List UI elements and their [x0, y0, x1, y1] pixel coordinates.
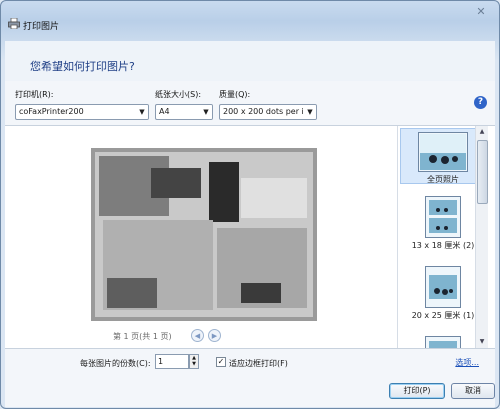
- print-pictures-dialog: 打印图片 ✕ 您希望如何打印图片? 打印机(R): coFaxPrinter20…: [0, 0, 500, 409]
- thumbnail-item[interactable]: [400, 336, 486, 348]
- print-options-bar: 每张图片的份数(C): 1 ▲ ▼ ✓ 适应边框打印(F) 选项...: [5, 348, 495, 375]
- print-button[interactable]: 打印(P): [389, 383, 445, 399]
- heading-area: 您希望如何打印图片?: [5, 41, 495, 81]
- paper-size-select[interactable]: A4 ▼: [155, 104, 213, 120]
- print-settings: 打印机(R): coFaxPrinter200 ▼ 纸张大小(S): A4 ▼ …: [5, 81, 495, 126]
- previous-page-button[interactable]: ◀: [191, 329, 204, 342]
- page-indicator: 第 1 页(共 1 页): [113, 332, 172, 341]
- paper-size-value: A4: [159, 107, 170, 116]
- thumbnail-label: 20 x 25 厘米 (1): [411, 311, 475, 320]
- scroll-down-icon[interactable]: ▼: [476, 336, 488, 348]
- copies-label: 每张图片的份数(C):: [80, 359, 151, 368]
- preview-pane: 第 1 页(共 1 页) ◀ ▶: [5, 126, 395, 348]
- layout-thumbnails: 全页照片 13 x 18 厘米 (2) 20 x 25 厘米 (1) ▲ ▼: [397, 126, 488, 348]
- dialog-footer: 打印(P) 取消: [5, 375, 495, 407]
- dialog-heading: 您希望如何打印图片?: [30, 60, 135, 73]
- printer-select[interactable]: coFaxPrinter200 ▼: [15, 104, 149, 120]
- thumbnail-scrollbar[interactable]: ▲ ▼: [475, 126, 488, 348]
- spin-down-icon[interactable]: ▼: [190, 361, 198, 367]
- copies-stepper[interactable]: ▲ ▼: [189, 354, 199, 369]
- full-page-thumbnail: [418, 132, 468, 172]
- chevron-down-icon: ▼: [200, 105, 212, 119]
- options-link[interactable]: 选项...: [455, 357, 479, 368]
- fit-to-frame-checkbox[interactable]: ✓: [216, 357, 226, 367]
- help-icon[interactable]: ?: [474, 96, 487, 109]
- scrollbar-thumb[interactable]: [477, 140, 488, 204]
- main-area: 第 1 页(共 1 页) ◀ ▶ 全页照片 13 x 18 厘米 (2) 20 …: [5, 126, 495, 348]
- thumbnail-item[interactable]: 20 x 25 厘米 (1): [400, 266, 486, 324]
- fit-to-frame-label[interactable]: 适应边框打印(F): [229, 358, 288, 369]
- thumbnail-13x18: [425, 196, 461, 238]
- close-button[interactable]: ✕: [471, 5, 491, 19]
- thumbnail-partial: [425, 336, 461, 348]
- chevron-down-icon: ▼: [136, 105, 148, 119]
- scroll-up-icon[interactable]: ▲: [476, 126, 488, 138]
- window-title: 打印图片: [23, 22, 60, 32]
- quality-label: 质量(Q):: [219, 90, 251, 99]
- printer-label: 打印机(R):: [15, 90, 54, 99]
- thumbnail-item[interactable]: 13 x 18 厘米 (2): [400, 196, 486, 254]
- preview-image: [91, 148, 317, 321]
- quality-value: 200 x 200 dots per in: [223, 107, 309, 116]
- next-page-button[interactable]: ▶: [208, 329, 221, 342]
- chevron-down-icon: ▼: [304, 105, 316, 119]
- quality-select[interactable]: 200 x 200 dots per in ▼: [219, 104, 317, 120]
- printer-icon: [8, 18, 20, 29]
- thumbnail-label: 13 x 18 厘米 (2): [411, 241, 475, 250]
- thumbnail-label: 全页照片: [427, 175, 459, 184]
- thumbnail-item[interactable]: 全页照片: [400, 128, 486, 184]
- paper-size-label: 纸张大小(S):: [155, 90, 202, 99]
- title-bar: 打印图片 ✕: [1, 1, 499, 41]
- copies-input[interactable]: 1: [155, 354, 189, 369]
- thumbnail-20x25: [425, 266, 461, 308]
- printer-value: coFaxPrinter200: [19, 107, 84, 116]
- cancel-button[interactable]: 取消: [451, 383, 495, 399]
